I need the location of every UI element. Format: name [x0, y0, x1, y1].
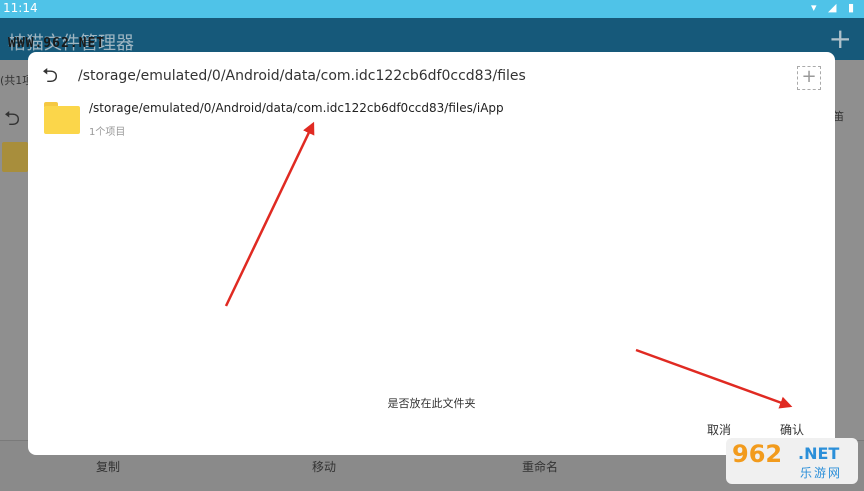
folder-name: /storage/emulated/0/Android/data/com.idc… — [89, 101, 504, 115]
rename-button[interactable]: 重命名 — [522, 458, 558, 475]
folder-picker-dialog: ⮌ /storage/emulated/0/Android/data/com.i… — [28, 52, 835, 455]
cancel-button[interactable]: 取消 — [707, 421, 731, 438]
logo-net: .NET — [798, 444, 840, 463]
background-folder-icon — [2, 142, 28, 172]
site-logo: 962 .NET 乐游网 — [726, 438, 858, 484]
confirm-question: 是否放在此文件夹 — [387, 397, 476, 410]
folder-icon — [44, 102, 80, 134]
logo-chinese: 乐游网 — [800, 466, 843, 480]
current-path: /storage/emulated/0/Android/data/com.idc… — [78, 68, 526, 84]
move-button[interactable]: 移动 — [312, 458, 336, 475]
site-watermark: WWW.962.NET — [8, 36, 106, 51]
status-icons: ▾ ◢ ▮ — [810, 1, 858, 14]
new-folder-icon[interactable]: + — [797, 66, 821, 90]
back-icon[interactable]: ⮌ — [42, 64, 68, 86]
background-back-icon: ⮌ — [4, 106, 21, 130]
folder-item-count: 1个项目 — [89, 127, 126, 138]
add-icon[interactable]: + — [829, 22, 852, 55]
logo-number: 962 — [732, 440, 783, 468]
copy-button[interactable]: 复制 — [96, 458, 120, 475]
status-time: 11:14 — [3, 1, 38, 15]
status-bar: 11:14 ▾ ◢ ▮ — [0, 0, 864, 18]
confirm-button[interactable]: 确认 — [780, 421, 804, 438]
